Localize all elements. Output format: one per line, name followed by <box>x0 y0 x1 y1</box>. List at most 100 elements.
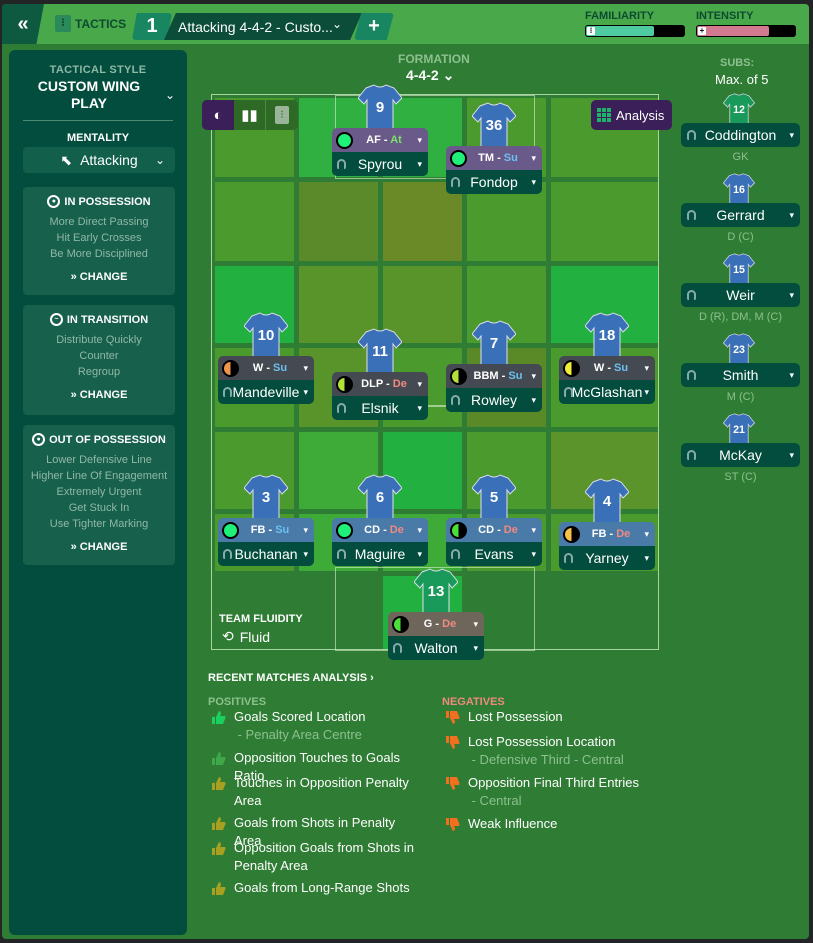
shirt-icon: 18 <box>584 312 630 360</box>
player-card[interactable]: 13 G - De ▾ Walton ▾ <box>388 568 484 660</box>
player-card[interactable]: 4 FB - De ▾ Yarney ▾ <box>559 478 655 570</box>
person-icon <box>451 177 460 187</box>
fluidity-icon: ⟲ <box>222 628 234 644</box>
tactic-board-icon[interactable]: ⁝ <box>266 100 298 130</box>
instruction: Distribute Quickly <box>56 334 142 346</box>
dropdown-icon: ▾ <box>789 289 794 300</box>
role-duty: CD - De <box>478 524 518 536</box>
shirt-icon: 3 <box>243 474 289 522</box>
condition-indicator <box>563 525 580 543</box>
sub-select[interactable]: Coddington ▾ <box>681 123 800 147</box>
negative-item: Opposition Final Third Entries - Central <box>442 774 652 810</box>
back-button[interactable]: « <box>2 4 44 44</box>
role-select[interactable]: W - Su ▾ <box>559 356 655 380</box>
role-select[interactable]: CD - De ▾ <box>332 518 428 542</box>
football-icon: ● <box>32 433 46 446</box>
player-select[interactable]: Buchanan ▾ <box>218 542 314 566</box>
player-card[interactable]: 3 FB - Su ▾ Buchanan ▾ <box>218 474 314 566</box>
role-select[interactable]: FB - De ▾ <box>559 522 655 546</box>
shirt-icon: 6 <box>357 474 403 522</box>
change-button[interactable]: » CHANGE <box>23 271 175 283</box>
player-select[interactable]: Spyrou ▾ <box>332 152 428 176</box>
player-card[interactable]: 6 CD - De ▾ Maguire ▾ <box>332 474 428 566</box>
shirt-icon: 12 <box>719 93 759 127</box>
analysis-label: Analysis <box>616 107 665 123</box>
svg-text:6: 6 <box>376 489 384 506</box>
positive-item: Opposition Goals from Shots in Penalty A… <box>208 839 418 875</box>
role-select[interactable]: BBM - Su ▾ <box>446 364 542 388</box>
intensity-bar[interactable]: + <box>696 25 796 37</box>
person-icon <box>337 549 346 559</box>
mentality-select[interactable]: ⬉ Attacking ⌄ <box>23 147 175 173</box>
familiarity-bar[interactable]: ⁝ <box>585 25 685 37</box>
instruction: Hit Early Crosses <box>56 232 142 244</box>
thumbs-down-icon <box>446 818 460 831</box>
player-select[interactable]: Walton ▾ <box>388 636 484 660</box>
player-select[interactable]: McGlashan ▾ <box>559 380 655 404</box>
player-select[interactable]: Rowley ▾ <box>446 388 542 412</box>
intensity-fill <box>697 26 769 36</box>
player-card[interactable]: 18 W - Su ▾ McGlashan ▾ <box>559 312 655 404</box>
shirt-icon: 9 <box>357 84 403 132</box>
dropdown-icon: ▾ <box>531 370 536 381</box>
player-name: Buchanan <box>234 546 298 562</box>
change-label: CHANGE <box>79 541 128 553</box>
svg-text:9: 9 <box>376 99 384 116</box>
formation-select[interactable]: 4-4-2 ⌄ <box>406 67 454 84</box>
sub-position: D (R), DM, M (C) <box>698 311 783 323</box>
sub-select[interactable]: Smith ▾ <box>681 363 800 387</box>
sub-select[interactable]: Weir ▾ <box>681 283 800 307</box>
dropdown-icon: ▾ <box>303 524 308 535</box>
sub-position: GK <box>732 151 749 163</box>
recent-matches-analysis-link[interactable]: RECENT MATCHES ANALYSIS › <box>208 672 374 684</box>
tactic-select[interactable]: Attacking 4-4-2 - Custo... ⌄ <box>164 13 362 40</box>
analysis-button[interactable]: Analysis <box>591 100 672 130</box>
sub-select[interactable]: Gerrard ▾ <box>681 203 800 227</box>
player-select[interactable]: Mandeville ▾ <box>218 380 314 404</box>
player-name: Walton <box>414 640 458 656</box>
shirt-icon: 16 <box>719 173 759 207</box>
team-fluidity-label: TEAM FLUIDITY <box>219 613 303 625</box>
player-select[interactable]: Evans ▾ <box>446 542 542 566</box>
tactical-style-select[interactable]: CUSTOM WING PLAY <box>29 78 149 112</box>
sub-name: McKay <box>719 447 762 463</box>
out-of-possession-card: ● OUT OF POSSESSION Lower Defensive Line … <box>23 425 175 565</box>
player-card[interactable]: 5 CD - De ▾ Evans ▾ <box>446 474 542 566</box>
player-card[interactable]: 11 DLP - De ▾ Elsnik ▾ <box>332 328 428 420</box>
role-select[interactable]: W - Su ▾ <box>218 356 314 380</box>
team-fluidity-value: Fluid <box>239 628 271 645</box>
change-button[interactable]: » CHANGE <box>23 389 175 401</box>
dropdown-icon: ▾ <box>531 394 536 405</box>
chevron-down-icon[interactable]: ⌄ <box>165 88 175 102</box>
dropdown-icon: ▾ <box>531 176 536 187</box>
player-select[interactable]: Maguire ▾ <box>332 542 428 566</box>
player-card[interactable]: 10 W - Su ▾ Mandeville ▾ <box>218 312 314 404</box>
role-select[interactable]: FB - Su ▾ <box>218 518 314 542</box>
role-select[interactable]: G - De ▾ <box>388 612 484 636</box>
shirt-icon: 23 <box>719 333 759 367</box>
instruction: More Direct Passing <box>49 216 149 228</box>
mentality-label: MENTALITY <box>66 132 130 144</box>
subs-label: SUBS: <box>720 57 755 69</box>
contrast-icon[interactable]: ◐ <box>202 100 234 130</box>
role-select[interactable]: CD - De ▾ <box>446 518 542 542</box>
player-card[interactable]: 36 TM - Su ▾ Fondop ▾ <box>446 102 542 194</box>
item-detail: - Defensive Third - Central <box>468 752 624 767</box>
sub-select[interactable]: McKay ▾ <box>681 443 800 467</box>
role-select[interactable]: AF - At ▾ <box>332 128 428 152</box>
role-select[interactable]: TM - Su ▾ <box>446 146 542 170</box>
dropdown-icon: ▾ <box>644 528 649 539</box>
condition-indicator <box>392 615 409 633</box>
player-select[interactable]: Elsnik ▾ <box>332 396 428 420</box>
change-button[interactable]: » CHANGE <box>23 541 175 553</box>
player-select[interactable]: Yarney ▾ <box>559 546 655 570</box>
role-select[interactable]: DLP - De ▾ <box>332 372 428 396</box>
role-duty: W - Su <box>252 362 288 374</box>
player-card[interactable]: 7 BBM - Su ▾ Rowley ▾ <box>446 320 542 412</box>
sub-name: Gerrard <box>716 207 765 223</box>
bar-chart-icon[interactable]: ▮▮ <box>234 100 266 130</box>
player-select[interactable]: Fondop ▾ <box>446 170 542 194</box>
shirt-icon: 11 <box>357 328 403 376</box>
shirt-icon: 15 <box>719 253 759 287</box>
player-card[interactable]: 9 AF - At ▾ Spyrou ▾ <box>332 84 428 176</box>
